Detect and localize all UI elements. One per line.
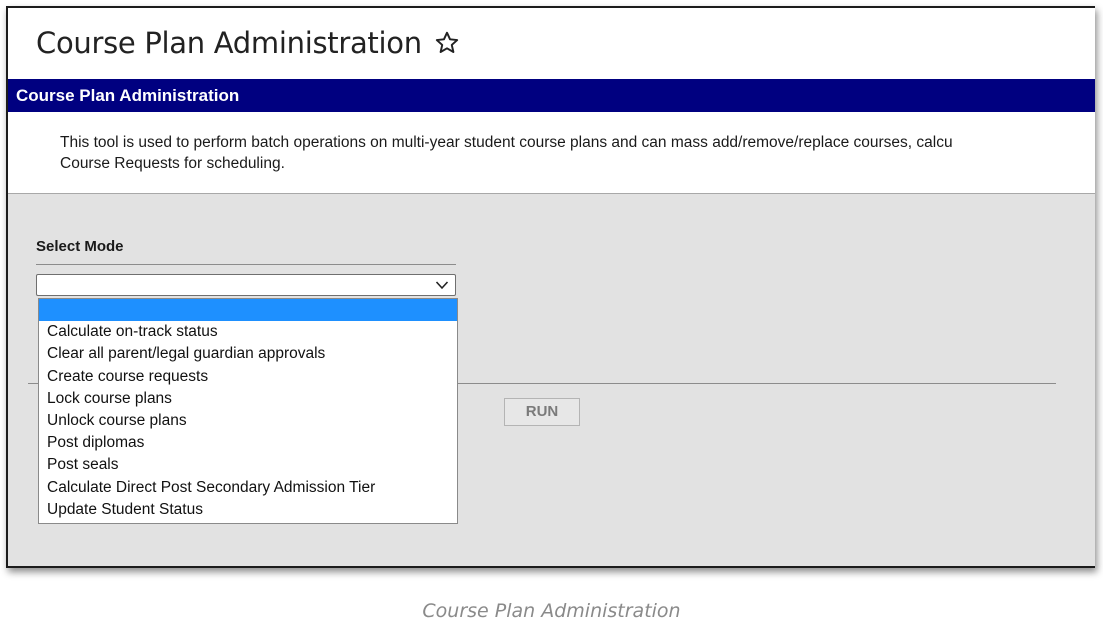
dropdown-option-calculate-on-track[interactable]: Calculate on-track status bbox=[39, 321, 457, 343]
dropdown-option-clear-approvals[interactable]: Clear all parent/legal guardian approval… bbox=[39, 343, 457, 365]
page-header: Course Plan Administration bbox=[8, 8, 1095, 78]
tool-description: This tool is used to perform batch opera… bbox=[60, 134, 953, 172]
section-header: Course Plan Administration bbox=[8, 79, 1095, 112]
page-title: Course Plan Administration bbox=[36, 26, 422, 60]
star-icon[interactable] bbox=[434, 30, 460, 56]
app-window: Course Plan Administration Course Plan A… bbox=[6, 6, 1095, 568]
dropdown-option-blank[interactable] bbox=[39, 299, 457, 322]
dropdown-option-lock-plans[interactable]: Lock course plans bbox=[39, 388, 457, 410]
dropdown-option-unlock-plans[interactable]: Unlock course plans bbox=[39, 410, 457, 432]
select-mode-options: Calculate on-track status Clear all pare… bbox=[38, 298, 458, 524]
figure-caption: Course Plan Administration bbox=[422, 600, 681, 622]
chevron-down-icon bbox=[435, 281, 449, 290]
divider bbox=[36, 264, 456, 265]
dropdown-option-create-requests[interactable]: Create course requests bbox=[39, 366, 457, 388]
select-mode-label: Select Mode bbox=[36, 238, 124, 255]
dropdown-option-post-seals[interactable]: Post seals bbox=[39, 454, 457, 476]
run-button[interactable]: RUN bbox=[504, 398, 580, 426]
select-mode-dropdown[interactable] bbox=[36, 274, 456, 296]
dropdown-option-admission-tier[interactable]: Calculate Direct Post Secondary Admissio… bbox=[39, 477, 457, 499]
dropdown-option-post-diplomas[interactable]: Post diplomas bbox=[39, 432, 457, 454]
dropdown-option-update-status[interactable]: Update Student Status bbox=[39, 499, 457, 521]
